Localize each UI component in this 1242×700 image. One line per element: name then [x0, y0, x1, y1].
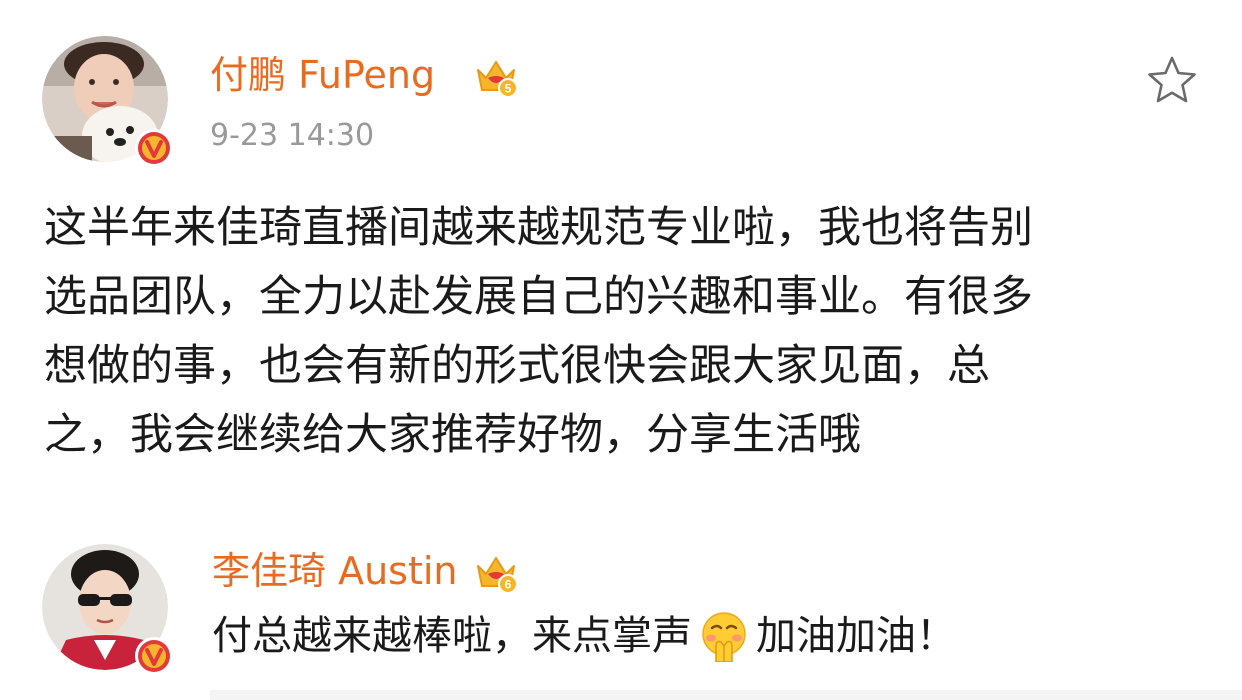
reply-content: 付总越来越棒啦，来点掌声 加油加油！: [212, 608, 956, 664]
reply-author-avatar[interactable]: [42, 544, 173, 675]
author-avatar[interactable]: [42, 36, 173, 167]
star-outline-icon[interactable]: [1146, 54, 1198, 106]
crown-icon[interactable]: 6: [474, 550, 518, 594]
crown-icon[interactable]: 5: [474, 54, 518, 98]
crown-level-label: 5: [505, 82, 512, 96]
reply-text-part: 付总越来越棒啦，来点掌声: [212, 613, 692, 659]
crown-level-label: 6: [505, 578, 512, 592]
post-content-line: 想做的事，也会有新的形式很快会跟大家见面，总: [44, 341, 990, 391]
post-content-line: 选品团队，全力以赴发展自己的兴趣和事业。有很多: [44, 272, 1033, 322]
post-content-line: 这半年来佳琦直播间越来越规范专业啦，我也将告别: [44, 203, 1033, 253]
post-timestamp: 9-23 14:30: [210, 118, 375, 153]
reply-nested-box[interactable]: [210, 690, 1242, 700]
clapping-face-emoji-icon: [702, 612, 746, 662]
reply-text-part: 加油加油！: [756, 613, 956, 659]
post-content: 这半年来佳琦直播间越来越规范专业啦，我也将告别 选品团队，全力以赴发展自己的兴趣…: [44, 194, 1194, 470]
reply-author-name[interactable]: 李佳琦 Austin: [212, 548, 458, 594]
verified-badge-icon: [135, 637, 173, 675]
author-name[interactable]: 付鹏 FuPeng: [210, 52, 435, 98]
post-content-line: 之，我会继续给大家推荐好物，分享生活哦: [44, 410, 861, 460]
verified-badge-icon: [135, 129, 173, 167]
